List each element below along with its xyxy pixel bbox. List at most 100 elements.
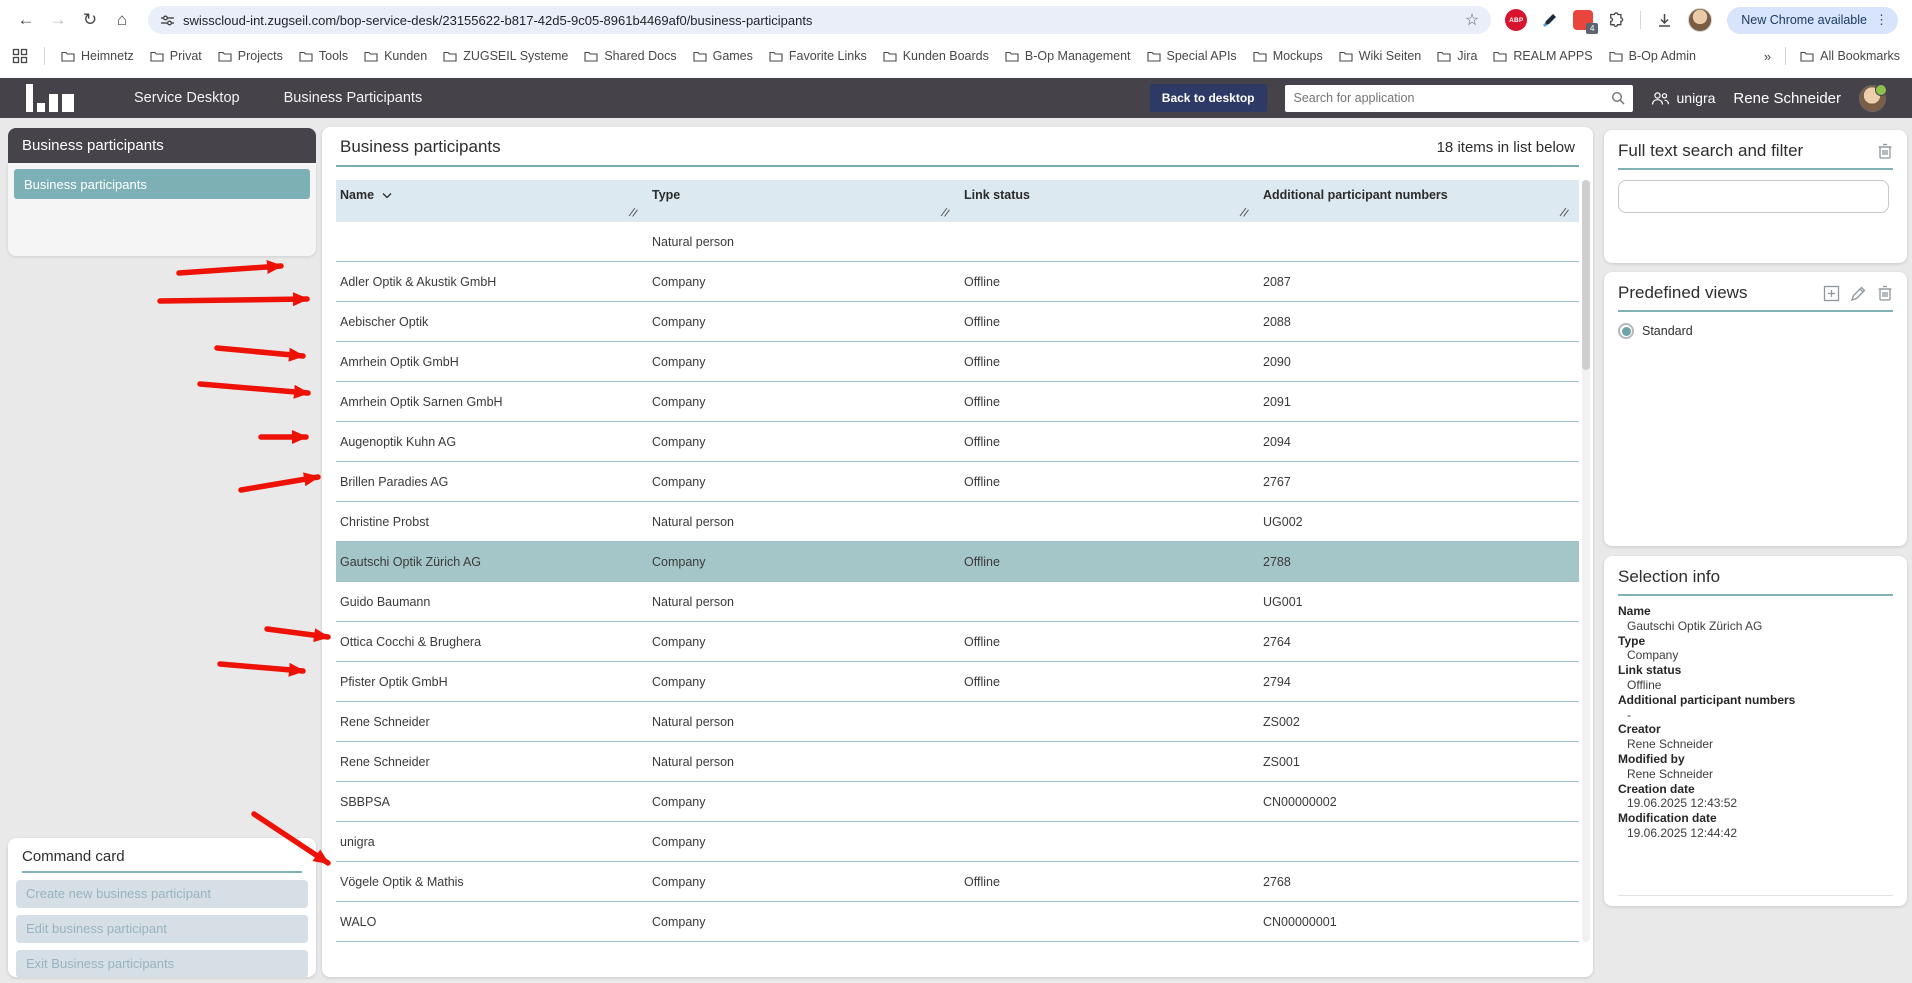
address-bar[interactable]: swisscloud-int.zugseil.com/bop-service-d… xyxy=(148,6,1491,34)
column-header-type[interactable]: Type xyxy=(648,180,960,222)
bookmark-star-icon[interactable]: ☆ xyxy=(1465,10,1479,30)
bookmark-label: Special APIs xyxy=(1167,49,1237,63)
downloads-icon[interactable] xyxy=(1656,12,1673,29)
bookmark-folder-item[interactable]: ZUGSEIL Systeme xyxy=(443,49,568,63)
cell-link-status: Offline xyxy=(960,355,1259,369)
reload-icon[interactable]: ↻ xyxy=(74,4,106,36)
bookmark-folder-item[interactable]: Projects xyxy=(218,49,283,63)
table-header-row: Name Type Link status Additional partici… xyxy=(336,180,1579,222)
bookmark-folder-item[interactable]: Jira xyxy=(1437,49,1477,63)
table-row[interactable]: Augenoptik Kuhn AG Company Offline 2094 xyxy=(336,422,1579,462)
cell-type: Company xyxy=(648,635,960,649)
bookmarks-overflow-icon[interactable]: » xyxy=(1764,49,1771,64)
table-row[interactable]: Christine Probst Natural person UG002 xyxy=(336,502,1579,542)
bookmark-folder-item[interactable]: Kunden Boards xyxy=(883,49,989,63)
bookmark-folder-item[interactable]: Special APIs xyxy=(1147,49,1237,63)
extensions-puzzle-icon[interactable] xyxy=(1608,12,1625,29)
bookmark-folder-item[interactable]: Favorite Links xyxy=(769,49,867,63)
fulltext-filter-input[interactable] xyxy=(1618,180,1889,213)
home-icon[interactable]: ⌂ xyxy=(106,4,138,36)
bookmark-folder-item[interactable]: Kunden xyxy=(364,49,427,63)
site-settings-icon[interactable] xyxy=(160,13,175,28)
bookmark-folder-item[interactable]: Wiki Seiten xyxy=(1339,49,1422,63)
cell-type: Natural person xyxy=(648,595,960,609)
pen-extension-icon[interactable] xyxy=(1542,12,1558,28)
back-icon[interactable]: ← xyxy=(10,4,42,36)
forward-icon[interactable]: → xyxy=(42,4,74,36)
user-avatar[interactable] xyxy=(1859,85,1886,112)
column-resize-handle[interactable] xyxy=(1558,206,1569,220)
column-resize-handle[interactable] xyxy=(1238,206,1249,220)
tenant-switcher[interactable]: unigra xyxy=(1651,90,1716,106)
back-to-desktop-button[interactable]: Back to desktop xyxy=(1150,84,1267,112)
menu-service-desktop[interactable]: Service Desktop xyxy=(134,90,240,106)
selection-field-label: Creator xyxy=(1618,722,1893,737)
cell-additional-numbers: 2767 xyxy=(1259,475,1579,489)
bookmarks-bar: Heimnetz Privat Projects Tools Kunden ZU… xyxy=(0,40,1912,78)
table-row[interactable]: WALO Company CN00000001 xyxy=(336,902,1579,942)
table-row[interactable]: Amrhein Optik Sarnen GmbH Company Offlin… xyxy=(336,382,1579,422)
cell-name: unigra xyxy=(336,835,648,849)
sidebar-item-business-participants[interactable]: Business participants xyxy=(14,169,310,199)
command-button[interactable]: Edit business participant xyxy=(16,915,308,943)
bookmark-folder-item[interactable]: Games xyxy=(693,49,753,63)
adblock-extension-icon[interactable]: ABP xyxy=(1505,9,1527,31)
table-row[interactable]: Adler Optik & Akustik GmbH Company Offli… xyxy=(336,262,1579,302)
table-row[interactable]: Rene Schneider Natural person ZS001 xyxy=(336,742,1579,782)
menu-business-participants[interactable]: Business Participants xyxy=(284,90,423,106)
clear-filter-trash-icon[interactable] xyxy=(1877,142,1893,160)
table-row[interactable]: Ottica Cocchi & Brughera Company Offline… xyxy=(336,622,1579,662)
table-row[interactable]: Pfister Optik GmbH Company Offline 2794 xyxy=(336,662,1579,702)
new-chrome-button[interactable]: New Chrome available ⋮ xyxy=(1727,7,1898,34)
column-header-additional-numbers[interactable]: Additional participant numbers xyxy=(1259,180,1579,222)
apps-grid-icon[interactable] xyxy=(12,48,28,64)
table-row[interactable]: Brillen Paradies AG Company Offline 2767 xyxy=(336,462,1579,502)
user-name[interactable]: Rene Schneider xyxy=(1733,90,1841,107)
table-row[interactable]: Vögele Optik & Mathis Company Offline 27… xyxy=(336,862,1579,902)
table-row[interactable]: Amrhein Optik GmbH Company Offline 2090 xyxy=(336,342,1579,382)
red-extension-icon[interactable]: 4 xyxy=(1573,10,1593,30)
bookmark-folder-item[interactable]: Shared Docs xyxy=(584,49,676,63)
column-resize-handle[interactable] xyxy=(627,206,638,220)
command-button[interactable]: Create new business participant xyxy=(16,880,308,908)
all-bookmarks-item[interactable]: All Bookmarks xyxy=(1800,49,1900,63)
table-row[interactable]: Rene Schneider Natural person ZS002 xyxy=(336,702,1579,742)
bookmark-folder-item[interactable]: Heimnetz xyxy=(61,49,134,63)
cell-type: Company xyxy=(648,435,960,449)
browser-toolbar: ← → ↻ ⌂ swisscloud-int.zugseil.com/bop-s… xyxy=(0,0,1912,40)
command-button[interactable]: Exit Business participants xyxy=(16,950,308,978)
cell-type: Company xyxy=(648,795,960,809)
table-row[interactable]: Guido Baumann Natural person UG001 xyxy=(336,582,1579,622)
table-row[interactable]: Natural person xyxy=(336,222,1579,262)
bookmark-folder-item[interactable]: Tools xyxy=(299,49,348,63)
delete-view-icon[interactable] xyxy=(1877,284,1893,302)
column-header-link-status[interactable]: Link status xyxy=(960,180,1259,222)
cell-type: Company xyxy=(648,835,960,849)
cell-link-status: Offline xyxy=(960,275,1259,289)
bookmarks-list: Heimnetz Privat Projects Tools Kunden ZU… xyxy=(61,49,1696,63)
bookmark-label: Privat xyxy=(170,49,202,63)
folder-icon xyxy=(584,50,598,62)
bookmark-folder-item[interactable]: Privat xyxy=(150,49,202,63)
table-row[interactable]: Gautschi Optik Zürich AG Company Offline… xyxy=(336,542,1579,582)
business-participants-card: Business participants 18 items in list b… xyxy=(322,127,1593,977)
scrollbar-thumb[interactable] xyxy=(1582,180,1590,370)
app-search-input[interactable] xyxy=(1285,91,1611,105)
add-view-icon[interactable] xyxy=(1823,285,1840,302)
cell-type: Company xyxy=(648,355,960,369)
edit-view-icon[interactable] xyxy=(1850,285,1867,302)
selection-field: Additional participant numbers - xyxy=(1618,693,1893,723)
table-row[interactable]: unigra Company xyxy=(336,822,1579,862)
profile-avatar[interactable] xyxy=(1688,8,1712,32)
column-resize-handle[interactable] xyxy=(939,206,950,220)
table-row[interactable]: SBBPSA Company CN00000002 xyxy=(336,782,1579,822)
table-row[interactable]: Aebischer Optik Company Offline 2088 xyxy=(336,302,1579,342)
bookmark-folder-item[interactable]: B-Op Management xyxy=(1005,49,1131,63)
bookmark-folder-item[interactable]: Mockups xyxy=(1253,49,1323,63)
bookmark-folder-item[interactable]: B-Op Admin xyxy=(1609,49,1696,63)
bookmark-folder-item[interactable]: REALM APPS xyxy=(1493,49,1592,63)
selection-field-label: Link status xyxy=(1618,663,1893,678)
predefined-view-option[interactable]: Standard xyxy=(1604,312,1907,350)
column-header-name[interactable]: Name xyxy=(336,180,648,222)
chrome-menu-icon[interactable]: ⋮ xyxy=(1875,12,1888,28)
